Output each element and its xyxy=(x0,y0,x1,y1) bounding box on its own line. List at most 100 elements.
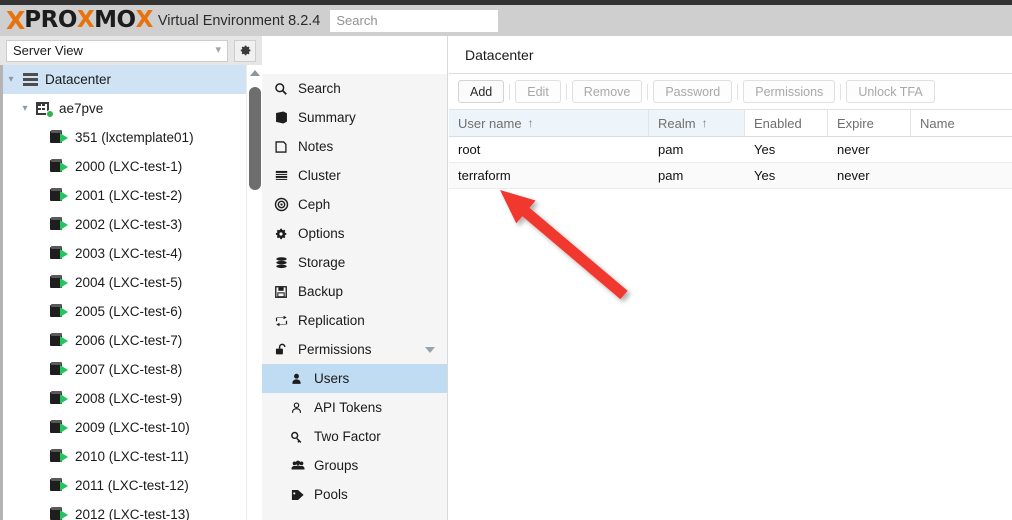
tree-expander-open-icon[interactable]: ▾ xyxy=(17,103,33,114)
nav-item-label: Search xyxy=(298,81,341,96)
tree-item[interactable]: 2001 (LXC-test-2) xyxy=(3,181,249,210)
column-header-label: User name xyxy=(458,115,522,131)
toolbar-separator xyxy=(840,83,842,100)
nav-item-two-factor[interactable]: Two Factor xyxy=(262,422,447,451)
nav-item-cluster[interactable]: Cluster xyxy=(262,161,447,190)
tree-item-label: 2006 (LXC-test-7) xyxy=(75,333,183,348)
tree-item[interactable]: 2010 (LXC-test-11) xyxy=(3,442,249,471)
global-search-input[interactable] xyxy=(330,9,499,32)
scroll-up-button[interactable] xyxy=(247,65,262,81)
container-icon xyxy=(49,478,71,493)
tree-item[interactable]: 2012 (LXC-test-13) xyxy=(3,500,249,520)
tree-item[interactable]: 2000 (LXC-test-1) xyxy=(3,152,249,181)
nav-item-search[interactable]: Search xyxy=(262,74,447,103)
storage-icon xyxy=(274,256,298,270)
table-row[interactable]: root pam Yes never xyxy=(449,137,1012,163)
server-view-label: Server View xyxy=(13,43,83,58)
tree-item[interactable]: 2003 (LXC-test-4) xyxy=(3,239,249,268)
user-icon xyxy=(290,372,314,386)
container-icon xyxy=(49,275,71,290)
tree-expander-open-icon[interactable]: ▾ xyxy=(3,74,19,85)
column-header-expire[interactable]: Expire xyxy=(828,110,911,136)
column-header-user[interactable]: User name ↑ xyxy=(449,110,649,136)
column-header-realm[interactable]: Realm ↑ xyxy=(649,110,745,136)
remove-button: Remove xyxy=(571,80,643,103)
tree-item[interactable]: 2006 (LXC-test-7) xyxy=(3,326,249,355)
nav-item-replication[interactable]: Replication xyxy=(262,306,447,335)
column-header-name[interactable]: Name xyxy=(911,110,1012,136)
tree-item-label: 2005 (LXC-test-6) xyxy=(75,304,183,319)
nav-item-label: Users xyxy=(314,371,350,386)
nav-item-storage[interactable]: Storage xyxy=(262,248,447,277)
tree-item-label: 2002 (LXC-test-3) xyxy=(75,217,183,232)
tree-item-label: 2007 (LXC-test-8) xyxy=(75,362,183,377)
nav-item-notes[interactable]: Notes xyxy=(262,132,447,161)
cell-enabled: Yes xyxy=(754,142,776,157)
main-content: Datacenter Add Edit Remove Password Permissi… xyxy=(449,36,1012,520)
container-icon xyxy=(49,333,71,348)
server-view-dropdown[interactable]: Server View ▾ xyxy=(6,39,228,62)
tree-item-label: 2011 (LXC-test-12) xyxy=(75,478,189,493)
tree-item[interactable]: 351 (lxctemplate01) xyxy=(3,123,249,152)
nav-item-users[interactable]: Users xyxy=(262,364,447,393)
nav-item-label: Notes xyxy=(298,139,334,154)
backup-icon xyxy=(274,285,298,299)
column-header-label: Enabled xyxy=(754,115,802,131)
tree-item[interactable]: ▾ Datacenter xyxy=(3,65,249,94)
replication-icon xyxy=(274,314,298,328)
datacenter-nav-panel: Search Summary Notes Cluster Ceph Options Stor… xyxy=(262,36,448,520)
table-row[interactable]: terraform pam Yes never xyxy=(449,163,1012,189)
button-label: Edit xyxy=(527,84,549,99)
left-panel: Server View ▾ ▾ Datacenter ▾ ae7pve 351 (lxc… xyxy=(0,36,262,520)
node-icon xyxy=(33,101,55,118)
column-header-label: Name xyxy=(920,115,955,131)
password-button: Password xyxy=(653,80,733,103)
container-icon xyxy=(49,391,71,406)
nav-panel-spacer xyxy=(262,36,447,74)
permissions-button: Permissions xyxy=(743,80,836,103)
tree-item[interactable]: 2009 (LXC-test-10) xyxy=(3,413,249,442)
container-icon xyxy=(49,420,71,435)
gear-icon[interactable] xyxy=(234,39,256,62)
column-header-label: Expire xyxy=(837,115,874,131)
gear-icon xyxy=(274,227,298,241)
nav-item-groups[interactable]: Groups xyxy=(262,451,447,480)
column-header-enabled[interactable]: Enabled xyxy=(745,110,828,136)
tree-scrollbar[interactable] xyxy=(246,65,262,520)
nav-item-permissions[interactable]: Permissions xyxy=(262,335,447,364)
api-token-icon xyxy=(290,401,314,415)
toolbar-separator xyxy=(565,83,567,100)
tree-item[interactable]: 2011 (LXC-test-12) xyxy=(3,471,249,500)
pools-icon xyxy=(290,488,314,502)
cell-name xyxy=(911,163,1012,188)
tree-item[interactable]: 2004 (LXC-test-5) xyxy=(3,268,249,297)
view-selector-bar: Server View ▾ xyxy=(0,36,262,65)
tree-item-label: 2010 (LXC-test-11) xyxy=(75,449,189,464)
cell-realm: pam xyxy=(658,168,684,183)
nav-item-backup[interactable]: Backup xyxy=(262,277,447,306)
cell-name xyxy=(911,137,1012,162)
nav-item-ceph[interactable]: Ceph xyxy=(262,190,447,219)
chevron-down-icon[interactable] xyxy=(425,346,435,353)
tree-item[interactable]: 2008 (LXC-test-9) xyxy=(3,384,249,413)
container-icon xyxy=(49,449,71,464)
nav-item-label: Cluster xyxy=(298,168,341,183)
nav-item-label: API Tokens xyxy=(314,400,383,415)
cell-enabled: Yes xyxy=(754,168,776,183)
tree-item[interactable]: 2005 (LXC-test-6) xyxy=(3,297,249,326)
add-button[interactable]: Add xyxy=(458,80,505,103)
tree-item-label: 2003 (LXC-test-4) xyxy=(75,246,183,261)
nav-item-api-tokens[interactable]: API Tokens xyxy=(262,393,447,422)
users-table-header: User name ↑ Realm ↑ Enabled Expire Name xyxy=(449,110,1012,137)
container-icon xyxy=(49,246,71,261)
tree-item[interactable]: ▾ ae7pve xyxy=(3,94,249,123)
notes-icon xyxy=(274,140,298,154)
nav-item-summary[interactable]: Summary xyxy=(262,103,447,132)
resource-tree[interactable]: ▾ Datacenter ▾ ae7pve 351 (lxctemplate01) 200… xyxy=(0,65,262,520)
nav-item-options[interactable]: Options xyxy=(262,219,447,248)
tree-item[interactable]: 2007 (LXC-test-8) xyxy=(3,355,249,384)
users-table: User name ↑ Realm ↑ Enabled Expire Name root pa… xyxy=(449,109,1012,189)
nav-item-pools[interactable]: Pools xyxy=(262,480,447,509)
tree-item[interactable]: 2002 (LXC-test-3) xyxy=(3,210,249,239)
scrollbar-thumb[interactable] xyxy=(249,87,261,190)
